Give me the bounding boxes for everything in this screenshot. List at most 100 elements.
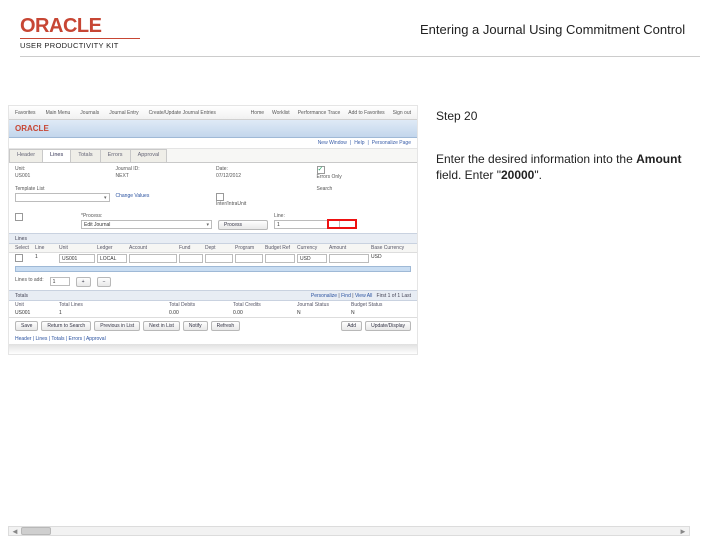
tab-errors[interactable]: Errors (100, 149, 131, 162)
nav-perf-trace[interactable]: Performance Trace (298, 110, 341, 116)
totals-viewall[interactable]: View All (355, 293, 372, 299)
nav-favorites[interactable]: Add to Favorites (348, 110, 384, 116)
row-dept-input[interactable] (205, 254, 233, 263)
totals-header: Unit Total Lines Total Debits Total Cred… (9, 301, 417, 309)
lines-grid-row: 1 US001 LOCAL USD USD (9, 253, 417, 264)
date-value: 07/12/2012 (216, 173, 311, 179)
journal-id-label: Journal ID: (116, 166, 211, 172)
totals-row: US001 1 0.00 0.00 N N (9, 309, 417, 317)
nav-worklist[interactable]: Worklist (272, 110, 290, 116)
scroll-right-icon[interactable]: ► (677, 527, 689, 536)
remove-line-button[interactable]: − (97, 277, 112, 287)
col-budgetref: Budget Ref (265, 245, 295, 251)
intraunit-label: Inter/IntraUnit (216, 201, 311, 207)
instr-post: ". (534, 168, 542, 182)
app-brand-bar: ORACLE (9, 120, 417, 138)
change-values-link[interactable]: Change Values (116, 193, 211, 199)
tr-lines: 1 (59, 310, 165, 316)
instruction-text: Enter the desired information into the A… (436, 151, 694, 183)
update-display-button[interactable]: Update/Display (365, 321, 411, 331)
search-label: Search (317, 186, 412, 192)
lines-add-label: Lines to add: (15, 277, 44, 287)
th-lines: Total Lines (59, 302, 165, 308)
date-label: Date: (216, 166, 311, 172)
row-unit-input[interactable]: US001 (59, 254, 95, 263)
notify-button[interactable]: Notify (183, 321, 208, 331)
process-select[interactable]: Edit Journal (81, 220, 212, 229)
col-program: Program (235, 245, 263, 251)
errors-only-checkbox[interactable] (317, 166, 325, 174)
line-input[interactable]: 1 (274, 220, 340, 229)
oracle-mini-logo: ORACLE (15, 124, 49, 133)
col-line: Line (35, 245, 57, 251)
return-button[interactable]: Return to Search (41, 321, 91, 331)
intraunit-checkbox[interactable] (216, 193, 224, 201)
instr-mid: field. Enter " (436, 168, 501, 182)
panel-shadow (9, 344, 417, 354)
tab-approval[interactable]: Approval (130, 149, 168, 162)
personalize-link[interactable]: Personalize Page (372, 140, 411, 146)
row-amount-input[interactable] (329, 254, 369, 263)
th-debits: Total Debits (169, 302, 229, 308)
row-fund-input[interactable] (179, 254, 203, 263)
bottom-tab-links[interactable]: Header | Lines | Totals | Errors | Appro… (9, 334, 417, 344)
scroll-thumb[interactable] (21, 527, 51, 535)
lines-section-label: Lines (15, 236, 27, 242)
breadcrumb[interactable]: Create/Update Journal Entries (149, 110, 216, 116)
totals-personalize[interactable]: Personalize (311, 293, 337, 299)
errors-only-label: Errors Only (317, 174, 412, 180)
lines-add-input[interactable]: 1 (50, 277, 70, 286)
th-credits: Total Credits (233, 302, 293, 308)
save-button[interactable]: Save (15, 321, 38, 331)
breadcrumb[interactable]: Journal Entry (109, 110, 138, 116)
col-fund: Fund (179, 245, 203, 251)
scroll-left-icon[interactable]: ◄ (9, 527, 21, 536)
th-jstatus: Journal Status (297, 302, 347, 308)
journal-id-value: NEXT (116, 173, 211, 179)
tr-bstatus: N (351, 310, 411, 316)
process-checkbox[interactable] (15, 213, 23, 221)
app-breadcrumb-bar: Favorites Main Menu Journals Journal Ent… (9, 106, 417, 120)
breadcrumb[interactable]: Favorites (15, 110, 36, 116)
tr-credits: 0.00 (233, 310, 293, 316)
col-unit: Unit (59, 245, 95, 251)
totals-find[interactable]: Find (341, 293, 351, 299)
process-label: *Process: (81, 213, 212, 219)
add-line-button[interactable]: + (76, 277, 91, 287)
header-divider (20, 56, 700, 57)
col-basecur: Base Currency (371, 245, 411, 251)
tab-header[interactable]: Header (9, 149, 43, 162)
row-currency-input[interactable]: USD (297, 254, 327, 263)
nav-signout[interactable]: Sign out (393, 110, 411, 116)
template-list-label: Template List (15, 186, 110, 192)
col-ledger: Ledger (97, 245, 127, 251)
horizontal-scrollbar[interactable]: ◄ ► (8, 526, 690, 536)
breadcrumb[interactable]: Journals (80, 110, 99, 116)
tab-lines[interactable]: Lines (42, 149, 71, 162)
th-bstatus: Budget Status (351, 302, 411, 308)
refresh-button[interactable]: Refresh (211, 321, 241, 331)
unit-label: Unit: (15, 166, 110, 172)
row-ledger-input[interactable]: LOCAL (97, 254, 127, 263)
tab-totals[interactable]: Totals (70, 149, 100, 162)
help-link[interactable]: Help (354, 140, 364, 146)
row-program-input[interactable] (235, 254, 263, 263)
new-window-link[interactable]: New Window (318, 140, 347, 146)
tr-jstatus: N (297, 310, 347, 316)
row-account-input[interactable] (129, 254, 177, 263)
add-button[interactable]: Add (341, 321, 362, 331)
th-unit: Unit (15, 302, 55, 308)
breadcrumb[interactable]: Main Menu (46, 110, 71, 116)
row-select-checkbox[interactable] (15, 254, 23, 262)
nav-home[interactable]: Home (251, 110, 264, 116)
next-button[interactable]: Next in List (143, 321, 180, 331)
row-basecur: USD (371, 254, 411, 263)
row-budgetref-input[interactable] (265, 254, 295, 263)
col-account: Account (129, 245, 177, 251)
template-list-select[interactable] (15, 193, 110, 202)
tr-debits: 0.00 (169, 310, 229, 316)
prev-button[interactable]: Previous in List (94, 321, 140, 331)
process-button[interactable]: Process (218, 220, 268, 230)
totals-title: Totals (15, 293, 28, 299)
lines-section-bar: Lines (9, 233, 417, 244)
